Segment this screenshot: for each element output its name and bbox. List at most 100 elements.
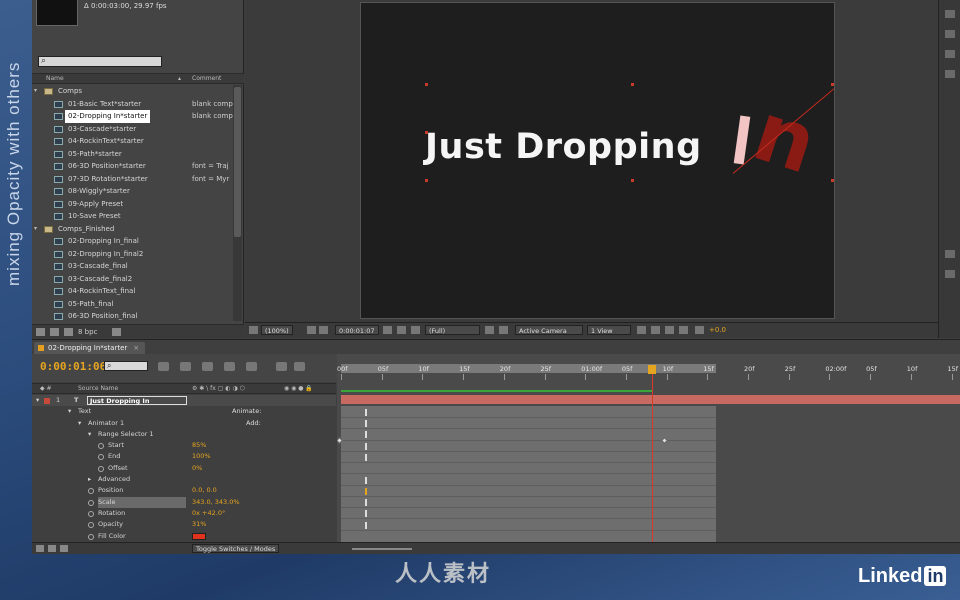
reset-exposure-icon[interactable] [695, 326, 704, 334]
layer-duration-bar[interactable] [341, 395, 960, 404]
disclosure-triangle-icon[interactable]: ▾ [78, 418, 81, 429]
fast-preview-icon[interactable] [651, 326, 660, 334]
property-value[interactable]: 343.0, 343.0% [192, 497, 240, 508]
panel-icon[interactable] [945, 70, 955, 78]
stopwatch-icon[interactable] [98, 454, 104, 461]
bit-depth-label[interactable]: 8 bpc [78, 328, 97, 336]
layer-switches-icon[interactable] [36, 545, 44, 552]
add-menu-button[interactable]: Animate: [232, 406, 261, 417]
interpret-footage-icon[interactable] [36, 328, 45, 336]
scrollbar-thumb[interactable] [234, 87, 241, 237]
mask-icon[interactable] [319, 326, 328, 334]
property-row[interactable]: ▾ Range Selector 1 [32, 429, 336, 440]
project-search-input[interactable]: ⌕ [38, 56, 162, 67]
bounding-handle[interactable] [831, 179, 834, 182]
property-row[interactable]: ▾ Animator 1 Add: [32, 418, 336, 429]
toggle-switches-modes-button[interactable]: Toggle Switches / Modes [192, 544, 280, 553]
stopwatch-icon[interactable] [88, 533, 94, 540]
bounding-handle[interactable] [425, 131, 428, 134]
source-name-header[interactable]: Source Name [78, 385, 118, 392]
stopwatch-icon[interactable] [88, 488, 94, 495]
project-scrollbar[interactable] [233, 85, 242, 321]
new-comp-icon[interactable] [64, 328, 73, 336]
layer-row[interactable]: ▾ 1 T Just Dropping In [32, 395, 336, 407]
zoom-slider[interactable] [352, 548, 412, 550]
add-menu-button[interactable]: Add: [246, 418, 261, 429]
disclosure-triangle-icon[interactable]: ▾ [34, 85, 37, 98]
project-comp-item[interactable]: 10-Save Preset [32, 210, 232, 223]
snapshot-icon[interactable] [383, 326, 392, 334]
bounding-handle[interactable] [631, 83, 634, 86]
bounding-handle[interactable] [631, 179, 634, 182]
disclosure-triangle-icon[interactable]: ▾ [88, 429, 91, 440]
transparency-grid-icon[interactable] [499, 326, 508, 334]
project-comp-item[interactable]: 05-Path*starter [32, 148, 232, 161]
bounding-handle[interactable] [831, 83, 834, 86]
stopwatch-icon[interactable] [88, 510, 94, 517]
brainstorm-icon[interactable] [276, 362, 287, 371]
name-column-header[interactable]: Name [46, 75, 64, 82]
resolution-select[interactable]: (Full) [425, 325, 480, 335]
property-row[interactable]: Rotation 0x +42.0° [32, 508, 336, 519]
fill-color-swatch[interactable] [192, 532, 206, 540]
grid-icon[interactable] [307, 326, 316, 334]
always-preview-icon[interactable] [249, 326, 258, 334]
disclosure-triangle-icon[interactable]: ▾ [34, 223, 37, 236]
project-comp-item[interactable]: 02-Dropping In_final2 [32, 248, 232, 261]
bounding-handle[interactable] [425, 83, 428, 86]
project-comp-item[interactable]: 06-3D Position*starter font = Traj [32, 160, 232, 173]
zoom-select[interactable]: (100%) [261, 325, 293, 335]
property-value[interactable]: 100% [192, 451, 211, 462]
panel-icon[interactable] [945, 30, 955, 38]
bounding-handle[interactable] [425, 179, 428, 182]
property-value[interactable]: 31% [192, 519, 206, 530]
property-value[interactable]: 0.0, 0.0 [192, 485, 217, 496]
timeline-icon[interactable] [665, 326, 674, 334]
property-value[interactable]: 0% [192, 463, 202, 474]
project-comp-item[interactable]: 02-Dropping In*starter blank comp [32, 110, 233, 123]
project-comp-item[interactable]: 07-3D Rotation*starter font = Myr [32, 173, 232, 186]
project-comp-item[interactable]: 06-3D Position_final [32, 310, 232, 323]
project-folder[interactable]: ▾ Comps_Finished [32, 223, 232, 236]
property-row[interactable]: Position 0.0, 0.0 [32, 485, 336, 496]
project-folder[interactable]: ▾ Comps [32, 85, 232, 98]
label-color-chip[interactable] [44, 398, 50, 404]
property-row[interactable]: Fill Color [32, 531, 336, 542]
property-row[interactable]: Scale 343.0, 343.0% [32, 496, 336, 508]
property-row[interactable]: Opacity 31% [32, 519, 336, 530]
project-comp-item[interactable]: 02-Dropping In_final [32, 235, 232, 248]
disclosure-triangle-icon[interactable]: ▾ [68, 406, 71, 417]
project-comp-item[interactable]: 05-Path_final [32, 298, 232, 311]
layer-name-field[interactable]: Just Dropping In [87, 396, 187, 405]
trash-icon[interactable] [112, 328, 121, 336]
timeline-tracks[interactable]: 00f 05f 10f 15f 20f 25f 01:00f 05f 10f 15f 20f 25f 0… [337, 354, 960, 542]
property-value[interactable]: 85% [192, 440, 206, 451]
stopwatch-icon[interactable] [88, 499, 94, 506]
comp-mini-flowchart-icon[interactable] [158, 362, 169, 371]
channel-icon[interactable] [411, 326, 420, 334]
current-time[interactable]: 0:00:01:06 [40, 360, 106, 373]
stopwatch-icon[interactable] [98, 465, 104, 472]
project-comp-item[interactable]: 09-Apply Preset [32, 198, 232, 211]
project-comp-item[interactable]: 04-RockinText*starter [32, 135, 232, 148]
project-comp-item[interactable]: 03-Cascade_final [32, 260, 232, 273]
project-comp-item[interactable]: 08-Wiggly*starter [32, 185, 232, 198]
close-icon[interactable]: × [133, 344, 139, 352]
property-row[interactable]: ▾ Text Animate: [32, 406, 336, 417]
project-comp-item[interactable]: 03-Cascade_final2 [32, 273, 232, 286]
new-folder-icon[interactable] [50, 328, 59, 336]
region-icon[interactable] [485, 326, 494, 334]
camera-select[interactable]: Active Camera [515, 325, 583, 335]
project-comp-item[interactable]: 01-Basic Text*starter blank comp [32, 98, 233, 111]
motion-blur-icon[interactable] [246, 362, 257, 371]
panel-icon[interactable] [945, 50, 955, 58]
view-layout-select[interactable]: 1 View [587, 325, 631, 335]
comment-column-header[interactable]: Comment [192, 75, 221, 82]
viewer-timecode[interactable]: 0:00:01:07 [335, 325, 379, 335]
panel-icon[interactable] [945, 270, 955, 278]
transfer-controls-icon[interactable] [48, 545, 56, 552]
stopwatch-icon[interactable] [88, 522, 94, 529]
stopwatch-icon[interactable] [98, 443, 104, 450]
composition-canvas[interactable]: n Just Dropping [360, 2, 835, 319]
shy-icon[interactable] [202, 362, 213, 371]
